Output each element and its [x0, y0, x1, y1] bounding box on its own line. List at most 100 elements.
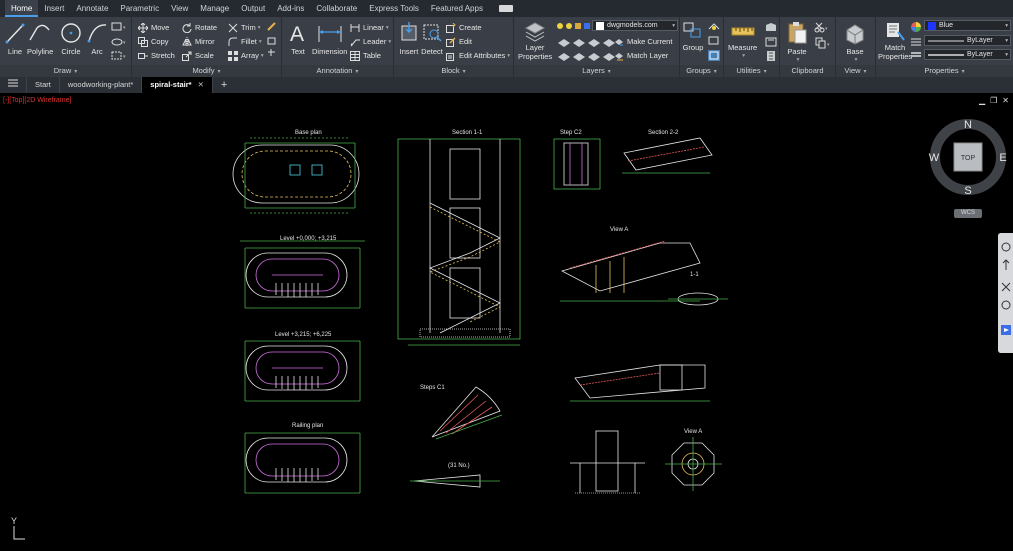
- leader-button[interactable]: Leader ▾: [350, 35, 391, 48]
- block-panel-title[interactable]: Block ▾: [394, 65, 513, 77]
- dimension-button[interactable]: Dimension: [312, 20, 347, 56]
- move-button[interactable]: Move: [138, 21, 169, 34]
- block-panel: Insert Detect Create Edit Edit Attribute…: [394, 17, 514, 77]
- tab-add-ins[interactable]: Add-ins: [271, 0, 310, 17]
- utilities-panel-title[interactable]: Utilities ▾: [724, 65, 779, 77]
- tab-collaborate[interactable]: Collaborate: [310, 0, 363, 17]
- tab-insert[interactable]: Insert: [38, 0, 70, 17]
- drawing-canvas[interactable]: [-][Top][2D Wireframe] ▁ ❐ ✕ Base plan L…: [0, 93, 1013, 551]
- group-tools-icons[interactable]: [706, 21, 722, 63]
- svg-text:▾: ▾: [123, 25, 126, 31]
- label-step-c2: Step C2: [560, 130, 582, 136]
- view-panel-title[interactable]: View ▾: [836, 65, 875, 77]
- file-tab-woodworking-plant[interactable]: woodworking-plant*: [60, 77, 143, 93]
- mirror-button[interactable]: Mirror: [182, 35, 215, 48]
- tab-parametric[interactable]: Parametric: [114, 0, 165, 17]
- modify-extra-tools[interactable]: [266, 21, 278, 61]
- insert-block-button[interactable]: Insert: [398, 20, 420, 56]
- tab-featured-apps[interactable]: Featured Apps: [425, 0, 489, 17]
- fillet-icon: [228, 37, 237, 46]
- stretch-button[interactable]: Stretch: [138, 49, 175, 62]
- layer-tool-icons[interactable]: [556, 35, 622, 61]
- linetype-dropdown[interactable]: ByLayer ▾: [924, 35, 1011, 46]
- tab-annotate[interactable]: Annotate: [70, 0, 114, 17]
- wcs-menu[interactable]: WCS: [954, 209, 982, 218]
- array-button[interactable]: Array ▾: [228, 49, 264, 62]
- label-detail-1-1: 1-1: [690, 272, 699, 278]
- new-tab-button[interactable]: +: [213, 77, 235, 93]
- move-icon: [138, 22, 148, 33]
- color-dropdown[interactable]: Blue ▾: [924, 20, 1011, 31]
- label-level-1: Level +0,000; +3,215: [280, 236, 337, 242]
- tab-home[interactable]: Home: [5, 0, 39, 17]
- compass-west[interactable]: W: [929, 152, 940, 164]
- layers-panel-title[interactable]: Layers ▾: [514, 65, 679, 77]
- view-a-top-drawing: [560, 240, 728, 306]
- section-2-2-drawing: [622, 137, 713, 174]
- group-button[interactable]: Group: [682, 20, 704, 52]
- view-panel: Base ▾ View ▾: [836, 17, 876, 77]
- autocad-window: Home Insert Annotate Parametric View Man…: [0, 0, 1013, 551]
- table-icon: [350, 50, 360, 61]
- polyline-button[interactable]: Polyline: [27, 20, 53, 56]
- file-tab-start[interactable]: Start: [27, 77, 60, 93]
- base-view-button[interactable]: Base ▾: [844, 20, 866, 63]
- copy-button[interactable]: Copy: [138, 35, 169, 48]
- fillet-button[interactable]: Fillet ▾: [228, 35, 262, 48]
- tab-view[interactable]: View: [165, 0, 194, 17]
- edit-block-button[interactable]: Edit: [446, 35, 472, 48]
- hamburger-menu-icon: [8, 79, 18, 87]
- utility-tools-icons[interactable]: [764, 21, 778, 63]
- measure-button[interactable]: Measure ▾: [728, 20, 757, 59]
- clipboard-tools-icons[interactable]: ▾ ▾: [814, 21, 832, 63]
- properties-panel-title[interactable]: Properties ▾: [876, 65, 1013, 77]
- steps-c1-drawing: [410, 386, 503, 488]
- circle-button[interactable]: Circle: [60, 20, 82, 56]
- base-view-icon: [846, 24, 864, 45]
- edit-attributes-button[interactable]: Edit Attributes ▾: [446, 49, 510, 62]
- match-properties-button[interactable]: Match Properties: [878, 20, 912, 61]
- tab-manage[interactable]: Manage: [194, 0, 235, 17]
- file-tab-spiral-stair[interactable]: spiral-stair* ✕: [142, 77, 213, 93]
- layer-dropdown[interactable]: dwgmodels.com ▾: [592, 20, 678, 31]
- paste-button[interactable]: Paste ▾: [786, 20, 808, 63]
- compass-north[interactable]: N: [964, 119, 972, 131]
- rotate-button[interactable]: Rotate: [182, 21, 217, 34]
- draw-panel-title[interactable]: Draw ▾: [0, 65, 131, 77]
- tab-express-tools[interactable]: Express Tools: [363, 0, 425, 17]
- paste-icon: [788, 22, 807, 44]
- viewcube[interactable]: TOP N S E W: [926, 119, 1012, 205]
- close-tab-icon[interactable]: ✕: [198, 80, 204, 89]
- table-button[interactable]: Table: [350, 49, 381, 62]
- group-icon: [683, 22, 701, 38]
- make-current-button[interactable]: Make Current: [614, 35, 672, 48]
- compass-south[interactable]: S: [964, 185, 971, 197]
- modify-panel: Move Rotate Trim ▾ Copy Mirror Fillet ▾ St…: [132, 17, 282, 77]
- draw-small-tools[interactable]: ▾ ▾ ▾: [110, 21, 128, 63]
- label-base-plan: Base plan: [295, 130, 322, 136]
- create-block-button[interactable]: Create: [446, 21, 482, 34]
- match-layer-button[interactable]: Match Layer: [614, 49, 668, 62]
- arc-button[interactable]: Arc: [86, 20, 108, 56]
- clipboard-panel-title[interactable]: Clipboard: [780, 65, 835, 77]
- ribbon-options-icon[interactable]: [498, 5, 513, 12]
- application-menu-button[interactable]: [0, 77, 27, 93]
- layer-state-icons[interactable]: [556, 21, 592, 31]
- annotation-panel-title[interactable]: Annotation ▾: [282, 65, 393, 77]
- linear-dim-button[interactable]: Linear ▾: [350, 21, 389, 34]
- stretch-icon: [138, 52, 148, 59]
- lineweight-dropdown[interactable]: ByLayer ▾: [924, 49, 1011, 60]
- compass-east[interactable]: E: [999, 152, 1006, 164]
- groups-panel-title[interactable]: Groups ▾: [680, 65, 723, 77]
- groups-panel: Group Groups ▾: [680, 17, 724, 77]
- scale-button[interactable]: Scale: [182, 49, 214, 62]
- tab-output[interactable]: Output: [235, 0, 271, 17]
- copy-icon: [138, 36, 148, 47]
- text-button[interactable]: A Text: [288, 20, 308, 56]
- trim-button[interactable]: Trim ▾: [228, 21, 260, 34]
- layer-properties-button[interactable]: Layer Properties: [518, 20, 552, 61]
- modify-panel-title[interactable]: Modify ▾: [132, 65, 281, 77]
- detect-button[interactable]: Detect: [421, 20, 443, 56]
- line-button[interactable]: Line: [4, 20, 26, 56]
- ucs-axes-icon: [13, 526, 25, 540]
